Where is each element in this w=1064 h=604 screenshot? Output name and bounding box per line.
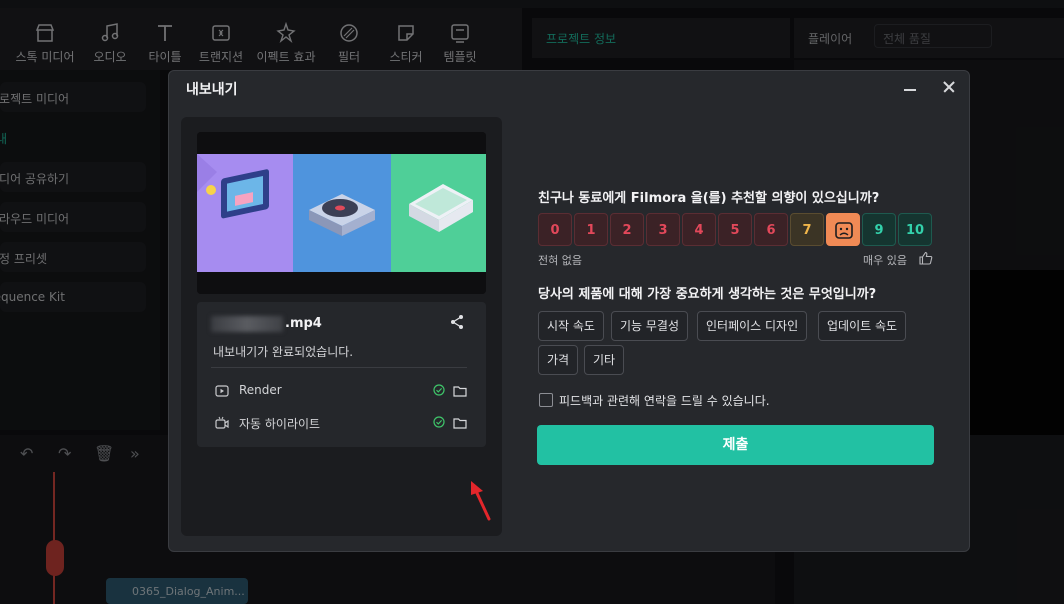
close-icon[interactable]	[941, 79, 957, 95]
divider	[211, 367, 467, 368]
export-status: 내보내기가 완료되었습니다.	[213, 345, 354, 359]
export-thumbnail	[197, 132, 486, 294]
output-label: 자동 하이라이트	[239, 417, 321, 431]
folder-icon[interactable]	[453, 416, 467, 430]
file-name: .mp4	[285, 316, 322, 331]
file-name-redacted	[211, 316, 283, 332]
score-1[interactable]: 1	[574, 213, 608, 246]
export-result-panel: .mp4 내보내기가 완료되었습니다. Render 자동 하이라이트	[181, 117, 502, 536]
check-icon	[433, 416, 445, 428]
submit-button[interactable]: 제출	[537, 425, 934, 465]
score-7[interactable]: 7	[790, 213, 824, 246]
consent-label: 피드백과 관련해 연락을 드릴 수 있습니다.	[559, 394, 770, 408]
score-8-selected[interactable]	[826, 213, 860, 246]
scale-low-label: 전혀 없음	[538, 254, 582, 267]
priority-question: 당사의 제품에 대해 가장 중요하게 생각하는 것은 무엇입니까?	[538, 287, 877, 302]
output-label: Render	[239, 383, 282, 397]
recommend-question: 친구나 동료에게 Filmora 을(를) 추천할 의향이 있으십니까?	[538, 191, 880, 206]
thumbs-up-icon	[919, 251, 933, 265]
frown-face-icon	[835, 222, 853, 239]
score-0[interactable]: 0	[538, 213, 572, 246]
scale-high-label: 매우 있음	[863, 254, 907, 267]
score-5[interactable]: 5	[718, 213, 752, 246]
minimize-icon[interactable]	[902, 77, 918, 93]
export-dialog: 내보내기 .mp4 내보내기가 완료되었습니다. Render 자동 하이라이트…	[168, 70, 970, 552]
score-9[interactable]: 9	[862, 213, 896, 246]
score-2[interactable]: 2	[610, 213, 644, 246]
share-icon[interactable]	[449, 314, 465, 330]
folder-icon[interactable]	[453, 384, 467, 398]
score-3[interactable]: 3	[646, 213, 680, 246]
score-10[interactable]: 10	[898, 213, 932, 246]
option-interface-design[interactable]: 인터페이스 디자인	[697, 311, 808, 341]
annotation-arrow-icon	[471, 481, 491, 521]
consent-checkbox[interactable]	[539, 393, 553, 407]
output-row-render: Render	[215, 382, 471, 400]
option-update-speed[interactable]: 업데이트 속도	[818, 311, 907, 341]
dialog-title: 내보내기	[186, 82, 238, 98]
export-illustration	[197, 132, 486, 294]
highlight-icon	[215, 416, 229, 429]
check-icon	[433, 384, 445, 396]
play-icon	[215, 385, 229, 397]
option-price[interactable]: 가격	[538, 345, 579, 375]
option-feature-integrity[interactable]: 기능 무결성	[611, 311, 689, 341]
option-startup-speed[interactable]: 시작 속도	[538, 311, 604, 341]
output-row-highlight: 자동 하이라이트	[215, 414, 471, 432]
option-other[interactable]: 기타	[584, 345, 625, 375]
score-6[interactable]: 6	[754, 213, 788, 246]
export-info-card: .mp4 내보내기가 완료되었습니다. Render 자동 하이라이트	[197, 302, 486, 447]
score-4[interactable]: 4	[682, 213, 716, 246]
